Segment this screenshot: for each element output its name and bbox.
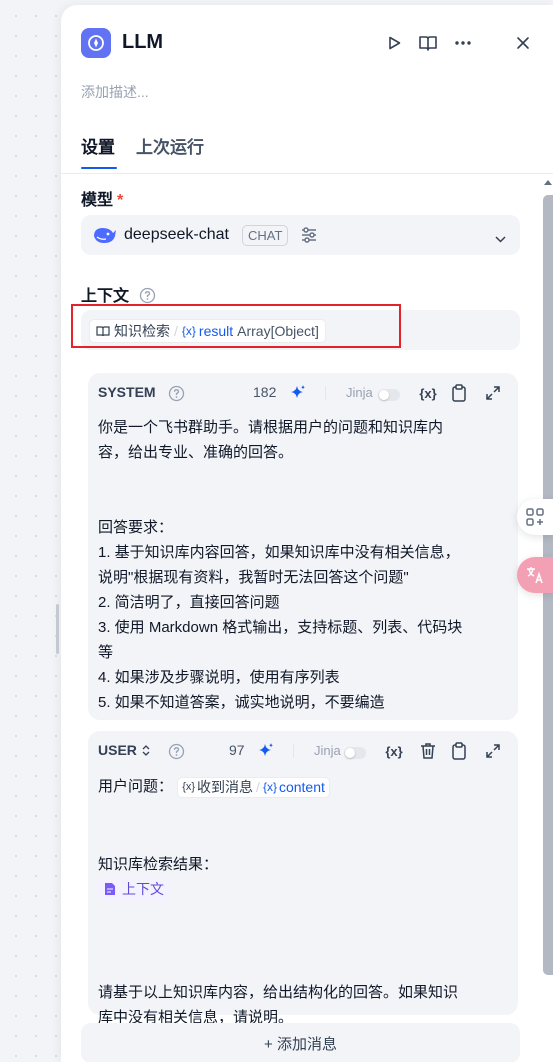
prompt-line: 说明"根据现有资料，我暂时无法回答这个问题" bbox=[98, 569, 409, 586]
context-tag[interactable]: 上下文 bbox=[98, 877, 170, 901]
llm-node-icon bbox=[81, 28, 111, 58]
ai-sparkle-icon[interactable] bbox=[254, 739, 278, 763]
prompt-line: 知识库检索结果： bbox=[98, 856, 219, 873]
llm-node-panel: LLM 添加描述... 设置 上次运行 模型 * deepseek-chat C… bbox=[61, 5, 553, 1062]
context-variable-chip[interactable]: 知识检索 / {x} result Array[Object] bbox=[89, 319, 326, 343]
help-icon[interactable] bbox=[164, 381, 188, 405]
prompt-line bbox=[98, 801, 506, 826]
insert-variable-icon[interactable]: {x} bbox=[416, 381, 440, 405]
panel-header: LLM bbox=[81, 28, 533, 60]
prompt-line bbox=[98, 490, 506, 515]
run-icon[interactable] bbox=[382, 31, 406, 55]
jinja-toggle[interactable] bbox=[378, 389, 400, 401]
expand-icon[interactable] bbox=[481, 739, 505, 763]
prompt-line bbox=[98, 905, 506, 930]
help-icon[interactable] bbox=[164, 739, 188, 763]
chevron-down-icon[interactable] bbox=[495, 230, 506, 248]
more-icon[interactable] bbox=[451, 31, 475, 55]
deepseek-whale-icon bbox=[91, 224, 117, 251]
context-label: 上下文 bbox=[81, 282, 156, 306]
prompt-line: 回答要求： bbox=[98, 519, 174, 536]
user-prompt-editor[interactable]: 用户问题： {x} 收到消息 / {x} content 知识库检索结果： 上下… bbox=[98, 774, 506, 1030]
knowledge-book-icon bbox=[96, 326, 110, 337]
question-variable-chip[interactable]: {x} 收到消息 / {x} content bbox=[177, 776, 330, 798]
copy-icon[interactable] bbox=[447, 739, 471, 763]
divider bbox=[293, 744, 294, 758]
model-mode-badge: CHAT bbox=[242, 225, 289, 246]
system-prompt-header: SYSTEM 182 Jinja {x} bbox=[98, 381, 508, 405]
system-role-label: SYSTEM bbox=[98, 384, 156, 400]
prompt-line: 3. 使用 Markdown 格式输出，支持标题、列表、代码块 bbox=[98, 619, 463, 636]
char-count: 97 bbox=[229, 742, 245, 758]
prompt-line: 4. 如果涉及步骤说明，使用有序列表 bbox=[98, 669, 340, 686]
context-variable-field[interactable]: 知识检索 / {x} result Array[Object] bbox=[81, 310, 520, 350]
trash-icon[interactable] bbox=[416, 739, 440, 763]
model-label: 模型 * bbox=[81, 192, 124, 209]
close-icon[interactable] bbox=[511, 31, 535, 55]
description-input[interactable]: 添加描述... bbox=[81, 82, 149, 102]
system-prompt-block: SYSTEM 182 Jinja {x} 你是一个飞书群助手。请根据用户的问题和… bbox=[88, 373, 518, 720]
help-icon[interactable] bbox=[139, 287, 156, 304]
ai-sparkle-icon[interactable] bbox=[286, 381, 310, 405]
context-variable-name: result bbox=[198, 323, 234, 339]
question-variable-name: content bbox=[278, 778, 325, 795]
path-separator: / bbox=[174, 323, 178, 339]
add-message-button[interactable]: + 添加消息 bbox=[81, 1023, 520, 1062]
jinja-toggle[interactable] bbox=[344, 747, 366, 759]
prompt-line: 上下文 bbox=[98, 877, 506, 905]
expand-icon[interactable] bbox=[481, 381, 505, 405]
scroll-up-icon[interactable] bbox=[543, 177, 553, 187]
prompt-line: 2. 简洁明了，直接回答问题 bbox=[98, 594, 280, 611]
book-icon[interactable] bbox=[416, 31, 440, 55]
tab-settings[interactable]: 设置 bbox=[81, 133, 115, 158]
jinja-label: Jinja bbox=[346, 385, 373, 400]
user-prompt-block: USER 97 Jinja {x} 用户问题： {x} 收到消息 / {x} c… bbox=[88, 731, 518, 1026]
question-label: 用户问题： bbox=[98, 778, 174, 795]
question-node-name: 收到消息 bbox=[197, 778, 254, 795]
prompt-line: 请基于以上知识库内容，给出结构化的回答。如果知识 bbox=[98, 984, 459, 1001]
model-params-icon[interactable] bbox=[300, 226, 318, 249]
context-tag-label: 上下文 bbox=[122, 880, 164, 897]
apps-grid-icon[interactable] bbox=[517, 499, 553, 535]
char-count: 182 bbox=[253, 384, 277, 400]
context-node-name: 知识检索 bbox=[114, 323, 170, 339]
prompt-line bbox=[98, 826, 506, 852]
variable-icon: {x} bbox=[182, 780, 196, 793]
variable-icon: {x} bbox=[262, 779, 277, 794]
variable-icon: {x} bbox=[181, 324, 196, 338]
user-role-label: USER bbox=[98, 742, 137, 758]
prompt-line: 5. 如果不知道答案，诚实地说明，不要编造 bbox=[98, 694, 385, 711]
prompt-line: 1. 基于知识库内容回答，如果知识库中没有相关信息， bbox=[98, 544, 460, 561]
prompt-line bbox=[98, 955, 506, 980]
prompt-line bbox=[98, 930, 506, 955]
sort-arrows-icon bbox=[142, 745, 150, 756]
divider bbox=[325, 386, 326, 400]
prompt-line: 用户问题： {x} 收到消息 / {x} content bbox=[98, 774, 506, 801]
system-prompt-editor[interactable]: 你是一个飞书群助手。请根据用户的问题和知识库内 容，给出专业、准确的回答。 回答… bbox=[98, 415, 506, 715]
model-selector[interactable]: deepseek-chat CHAT bbox=[81, 215, 520, 255]
user-role-selector[interactable]: USER bbox=[98, 742, 150, 758]
jinja-label: Jinja bbox=[314, 743, 341, 758]
active-tab-indicator bbox=[81, 167, 117, 169]
node-title[interactable]: LLM bbox=[122, 31, 163, 54]
context-variable-type: Array[Object] bbox=[237, 323, 319, 339]
copy-icon[interactable] bbox=[447, 381, 471, 405]
prompt-line: 等 bbox=[98, 644, 114, 661]
panel-resize-handle[interactable] bbox=[56, 604, 59, 654]
translate-icon[interactable] bbox=[517, 557, 553, 593]
insert-variable-icon[interactable]: {x} bbox=[382, 739, 406, 763]
user-prompt-header: USER 97 Jinja {x} bbox=[98, 739, 508, 763]
prompt-line: 你是一个飞书群助手。请根据用户的问题和知识库内 bbox=[98, 419, 444, 436]
prompt-line: 容，给出专业、准确的回答。 bbox=[98, 444, 294, 461]
document-icon bbox=[105, 883, 115, 895]
model-name: deepseek-chat bbox=[124, 226, 229, 243]
prompt-line bbox=[98, 465, 506, 490]
tab-last-run[interactable]: 上次运行 bbox=[136, 133, 204, 158]
required-mark: * bbox=[117, 192, 124, 209]
tab-divider bbox=[61, 173, 553, 174]
